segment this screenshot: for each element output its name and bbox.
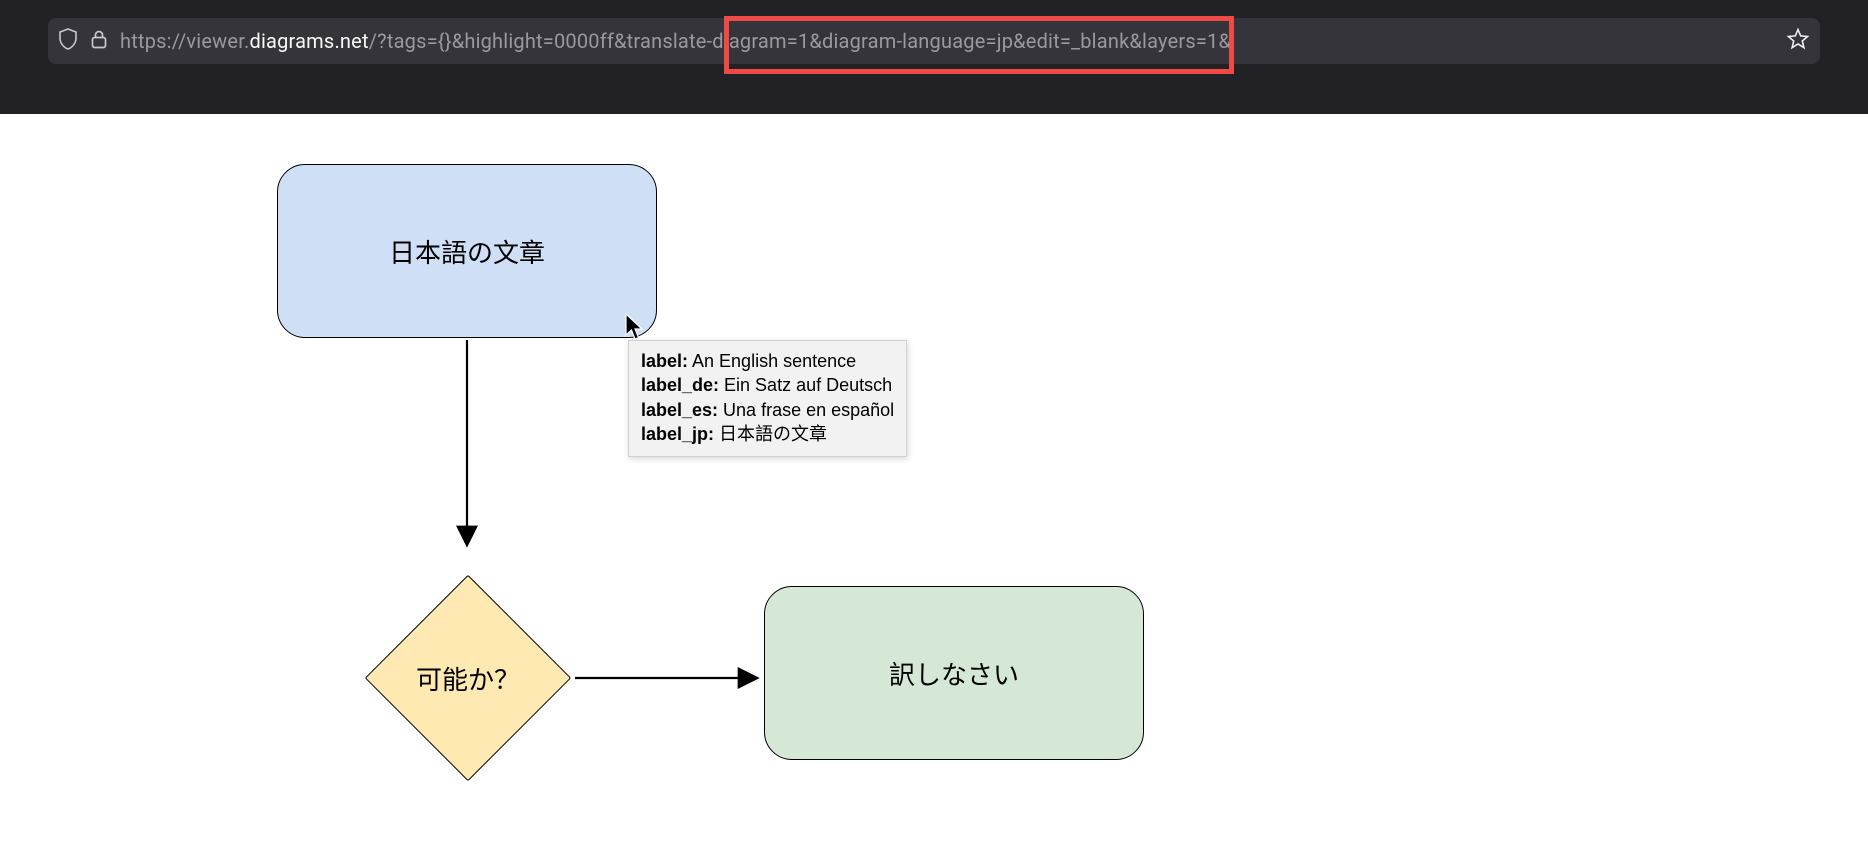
diagram-canvas[interactable]: 日本語の文章 可能か？ 訳しなさい label: An En (0, 114, 1868, 854)
tooltip-row: label: An English sentence (641, 349, 894, 373)
tooltip-row: label_jp: 日本語の文章 (641, 422, 894, 446)
diagram-node-decision[interactable]: 可能か？ (363, 573, 573, 783)
url-bar[interactable]: https://viewer.diagrams.net/?tags={}&hig… (48, 18, 1820, 64)
browser-chrome: https://viewer.diagrams.net/?tags={}&hig… (0, 0, 1868, 114)
url-text: https://viewer.diagrams.net/?tags={}&hig… (120, 29, 1774, 53)
bookmark-star-icon[interactable] (1786, 27, 1810, 56)
diagram-node-translate[interactable]: 訳しなさい (764, 586, 1144, 760)
diagram-node-start[interactable]: 日本語の文章 (277, 164, 657, 338)
tooltip-row: label_es: Una frase en español (641, 398, 894, 422)
node-label: 日本語の文章 (389, 233, 545, 270)
node-tooltip: label: An English sentence label_de: Ein… (628, 340, 907, 457)
node-label: 訳しなさい (889, 655, 1019, 692)
shield-icon (58, 28, 78, 55)
tooltip-row: label_de: Ein Satz auf Deutsch (641, 373, 894, 397)
lock-icon (90, 29, 108, 54)
node-label: 可能か？ (416, 660, 520, 697)
mouse-cursor-icon (625, 313, 645, 345)
